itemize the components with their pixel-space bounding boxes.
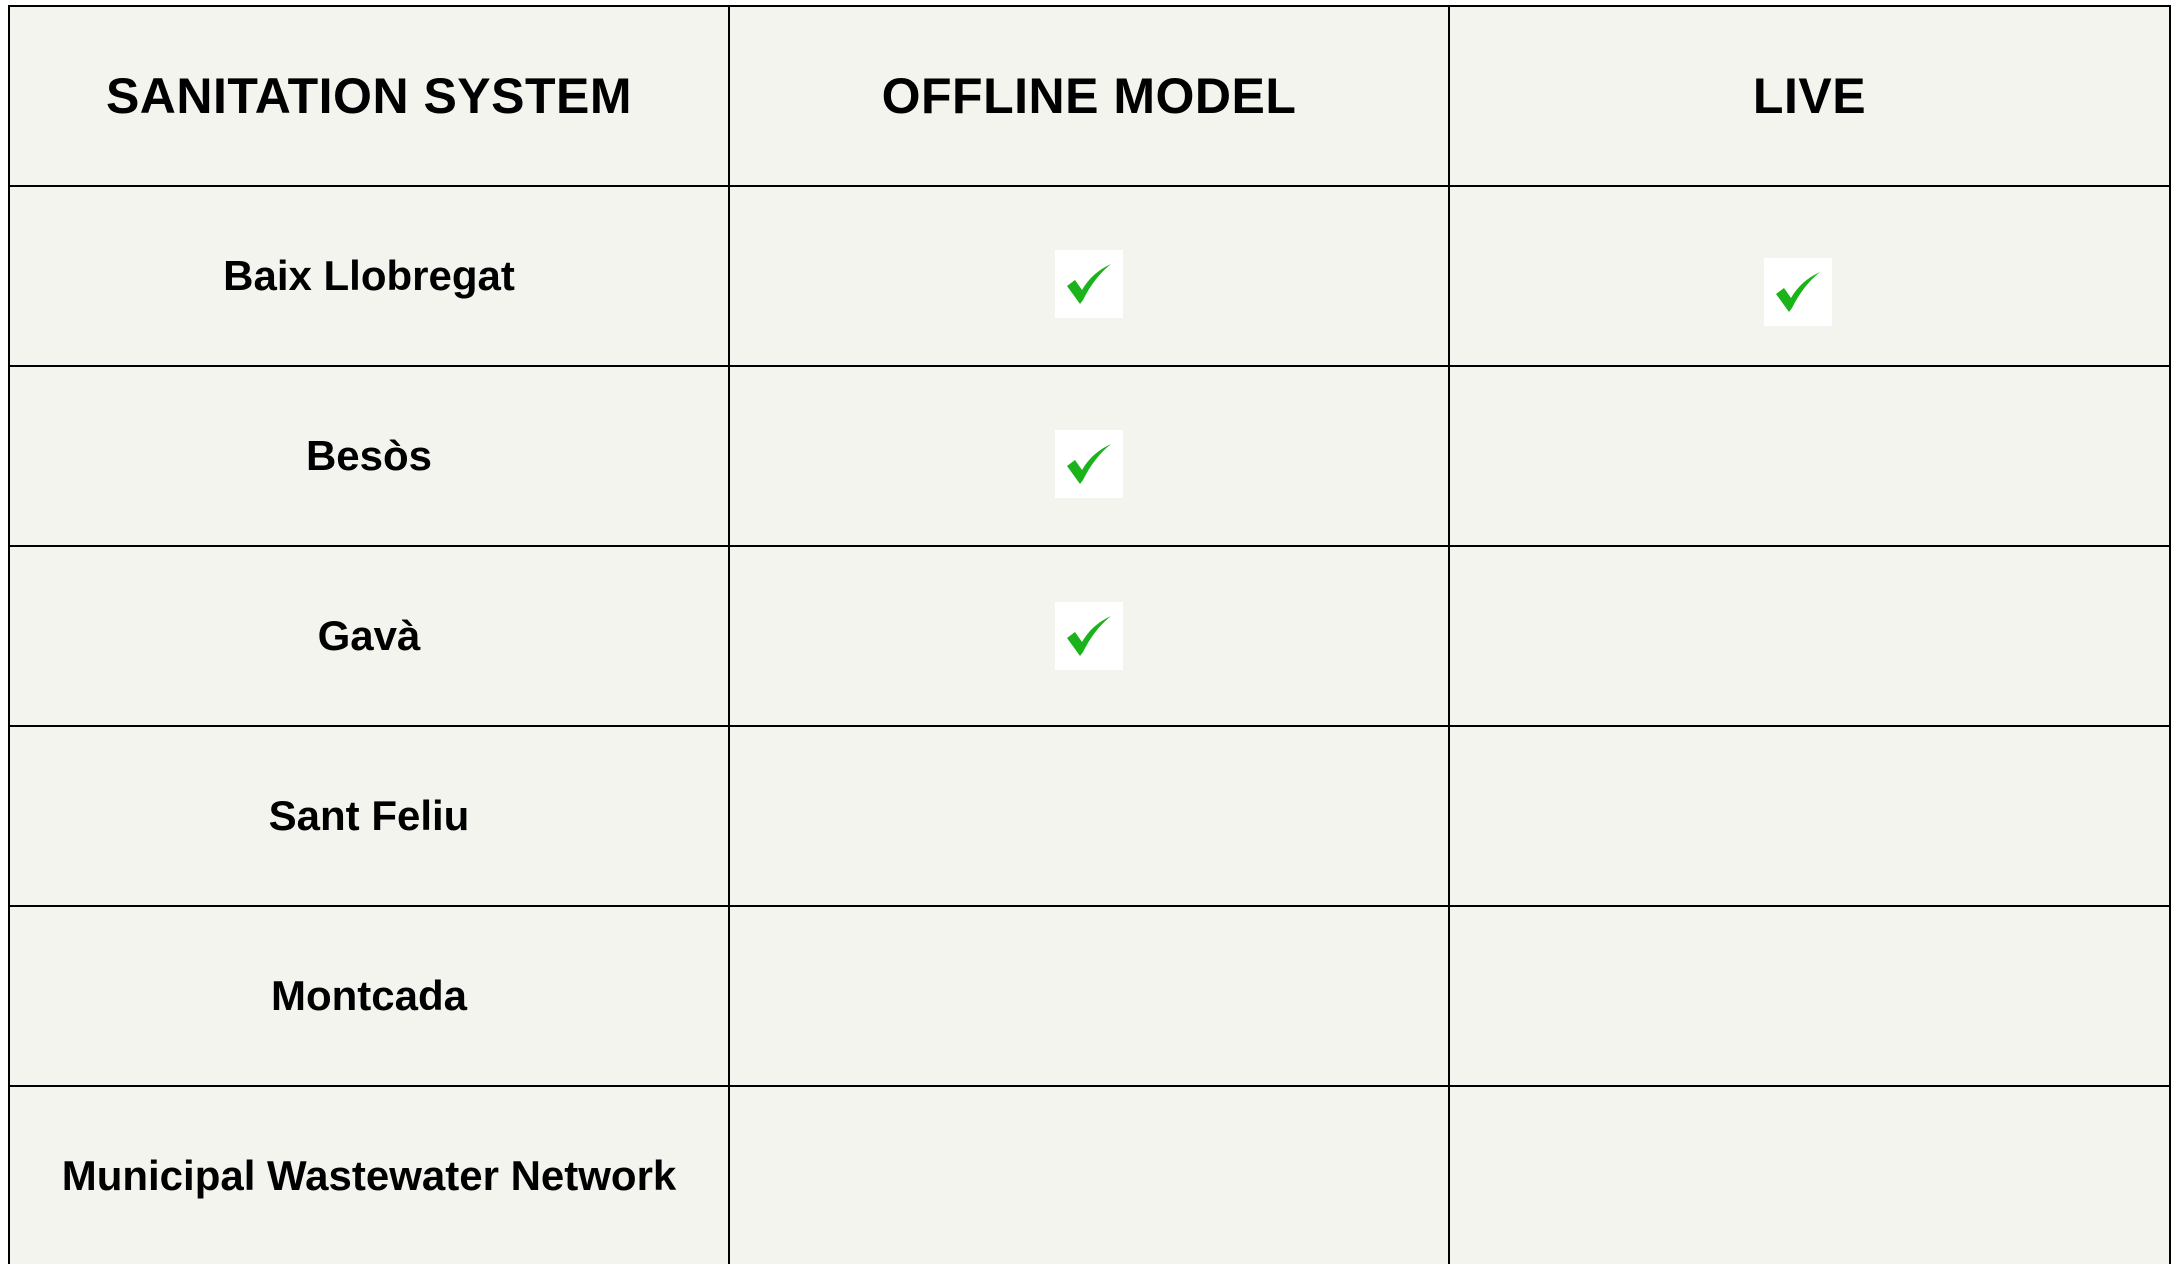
live-cell [1448,185,2171,367]
live-cell [1448,725,2171,907]
table-row: Municipal Wastewater Network [8,1085,2171,1264]
live-cell [1448,365,2171,547]
header-row: SANITATION SYSTEM OFFLINE MODEL LIVE [8,5,2171,187]
live-cell [1448,545,2171,727]
header-sanitation-system: SANITATION SYSTEM [8,5,730,187]
system-name: Municipal Wastewater Network [8,1085,730,1264]
table-row: Baix Llobregat [8,185,2171,367]
system-name: Baix Llobregat [8,185,730,367]
table-row: Gavà [8,545,2171,727]
page: SANITATION SYSTEM OFFLINE MODEL LIVE Bai… [0,0,2175,1264]
offline-model-cell [728,365,1450,547]
check-mark-icon [1055,602,1123,670]
offline-model-cell [728,185,1450,367]
check-mark-icon [1763,258,1832,326]
offline-model-cell [728,725,1450,907]
live-cell [1448,1085,2171,1264]
check-mark-icon [1055,430,1123,498]
header-live: LIVE [1448,5,2171,187]
sanitation-status-table: SANITATION SYSTEM OFFLINE MODEL LIVE Bai… [8,5,2171,1264]
check-mark-icon [1055,250,1123,318]
system-name: Montcada [8,905,730,1087]
table-row: Besòs [8,365,2171,547]
table-row: Montcada [8,905,2171,1087]
offline-model-cell [728,905,1450,1087]
system-name: Besòs [8,365,730,547]
system-name: Gavà [8,545,730,727]
offline-model-cell [728,545,1450,727]
header-offline-model: OFFLINE MODEL [728,5,1450,187]
system-name: Sant Feliu [8,725,730,907]
table-row: Sant Feliu [8,725,2171,907]
offline-model-cell [728,1085,1450,1264]
live-cell [1448,905,2171,1087]
